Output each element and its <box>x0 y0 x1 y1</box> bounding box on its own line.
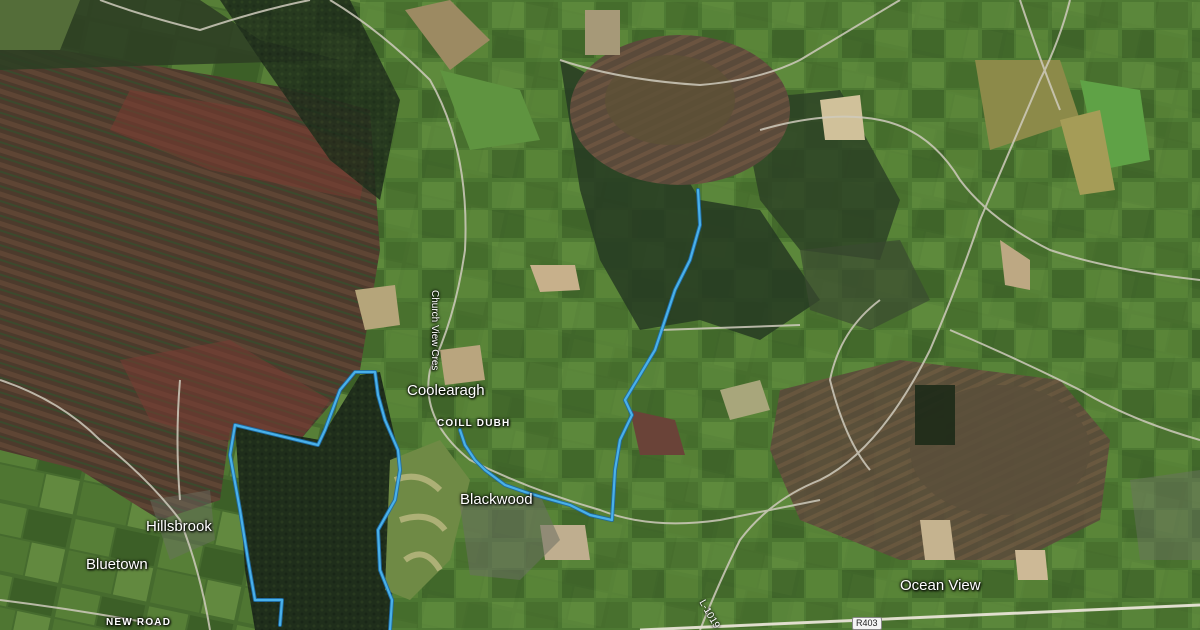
place-label-blackwood: Blackwood <box>460 491 533 508</box>
road-shield-r403: R403 <box>852 617 882 630</box>
map-view[interactable]: Coolearagh COILL DUBH Blackwood Hillsbro… <box>0 0 1200 630</box>
place-label-coolearagh: Coolearagh <box>407 382 485 399</box>
place-label-ocean-view: Ocean View <box>900 577 981 594</box>
road-label-new-road: NEW ROAD <box>106 617 172 628</box>
place-label-bluetown: Bluetown <box>86 556 148 573</box>
place-label-hillsbrook: Hillsbrook <box>146 518 212 535</box>
satellite-imagery <box>0 0 1200 630</box>
road-label-church-view: Church View Cres <box>429 290 440 371</box>
place-label-coill-dubh: COILL DUBH <box>437 418 511 429</box>
